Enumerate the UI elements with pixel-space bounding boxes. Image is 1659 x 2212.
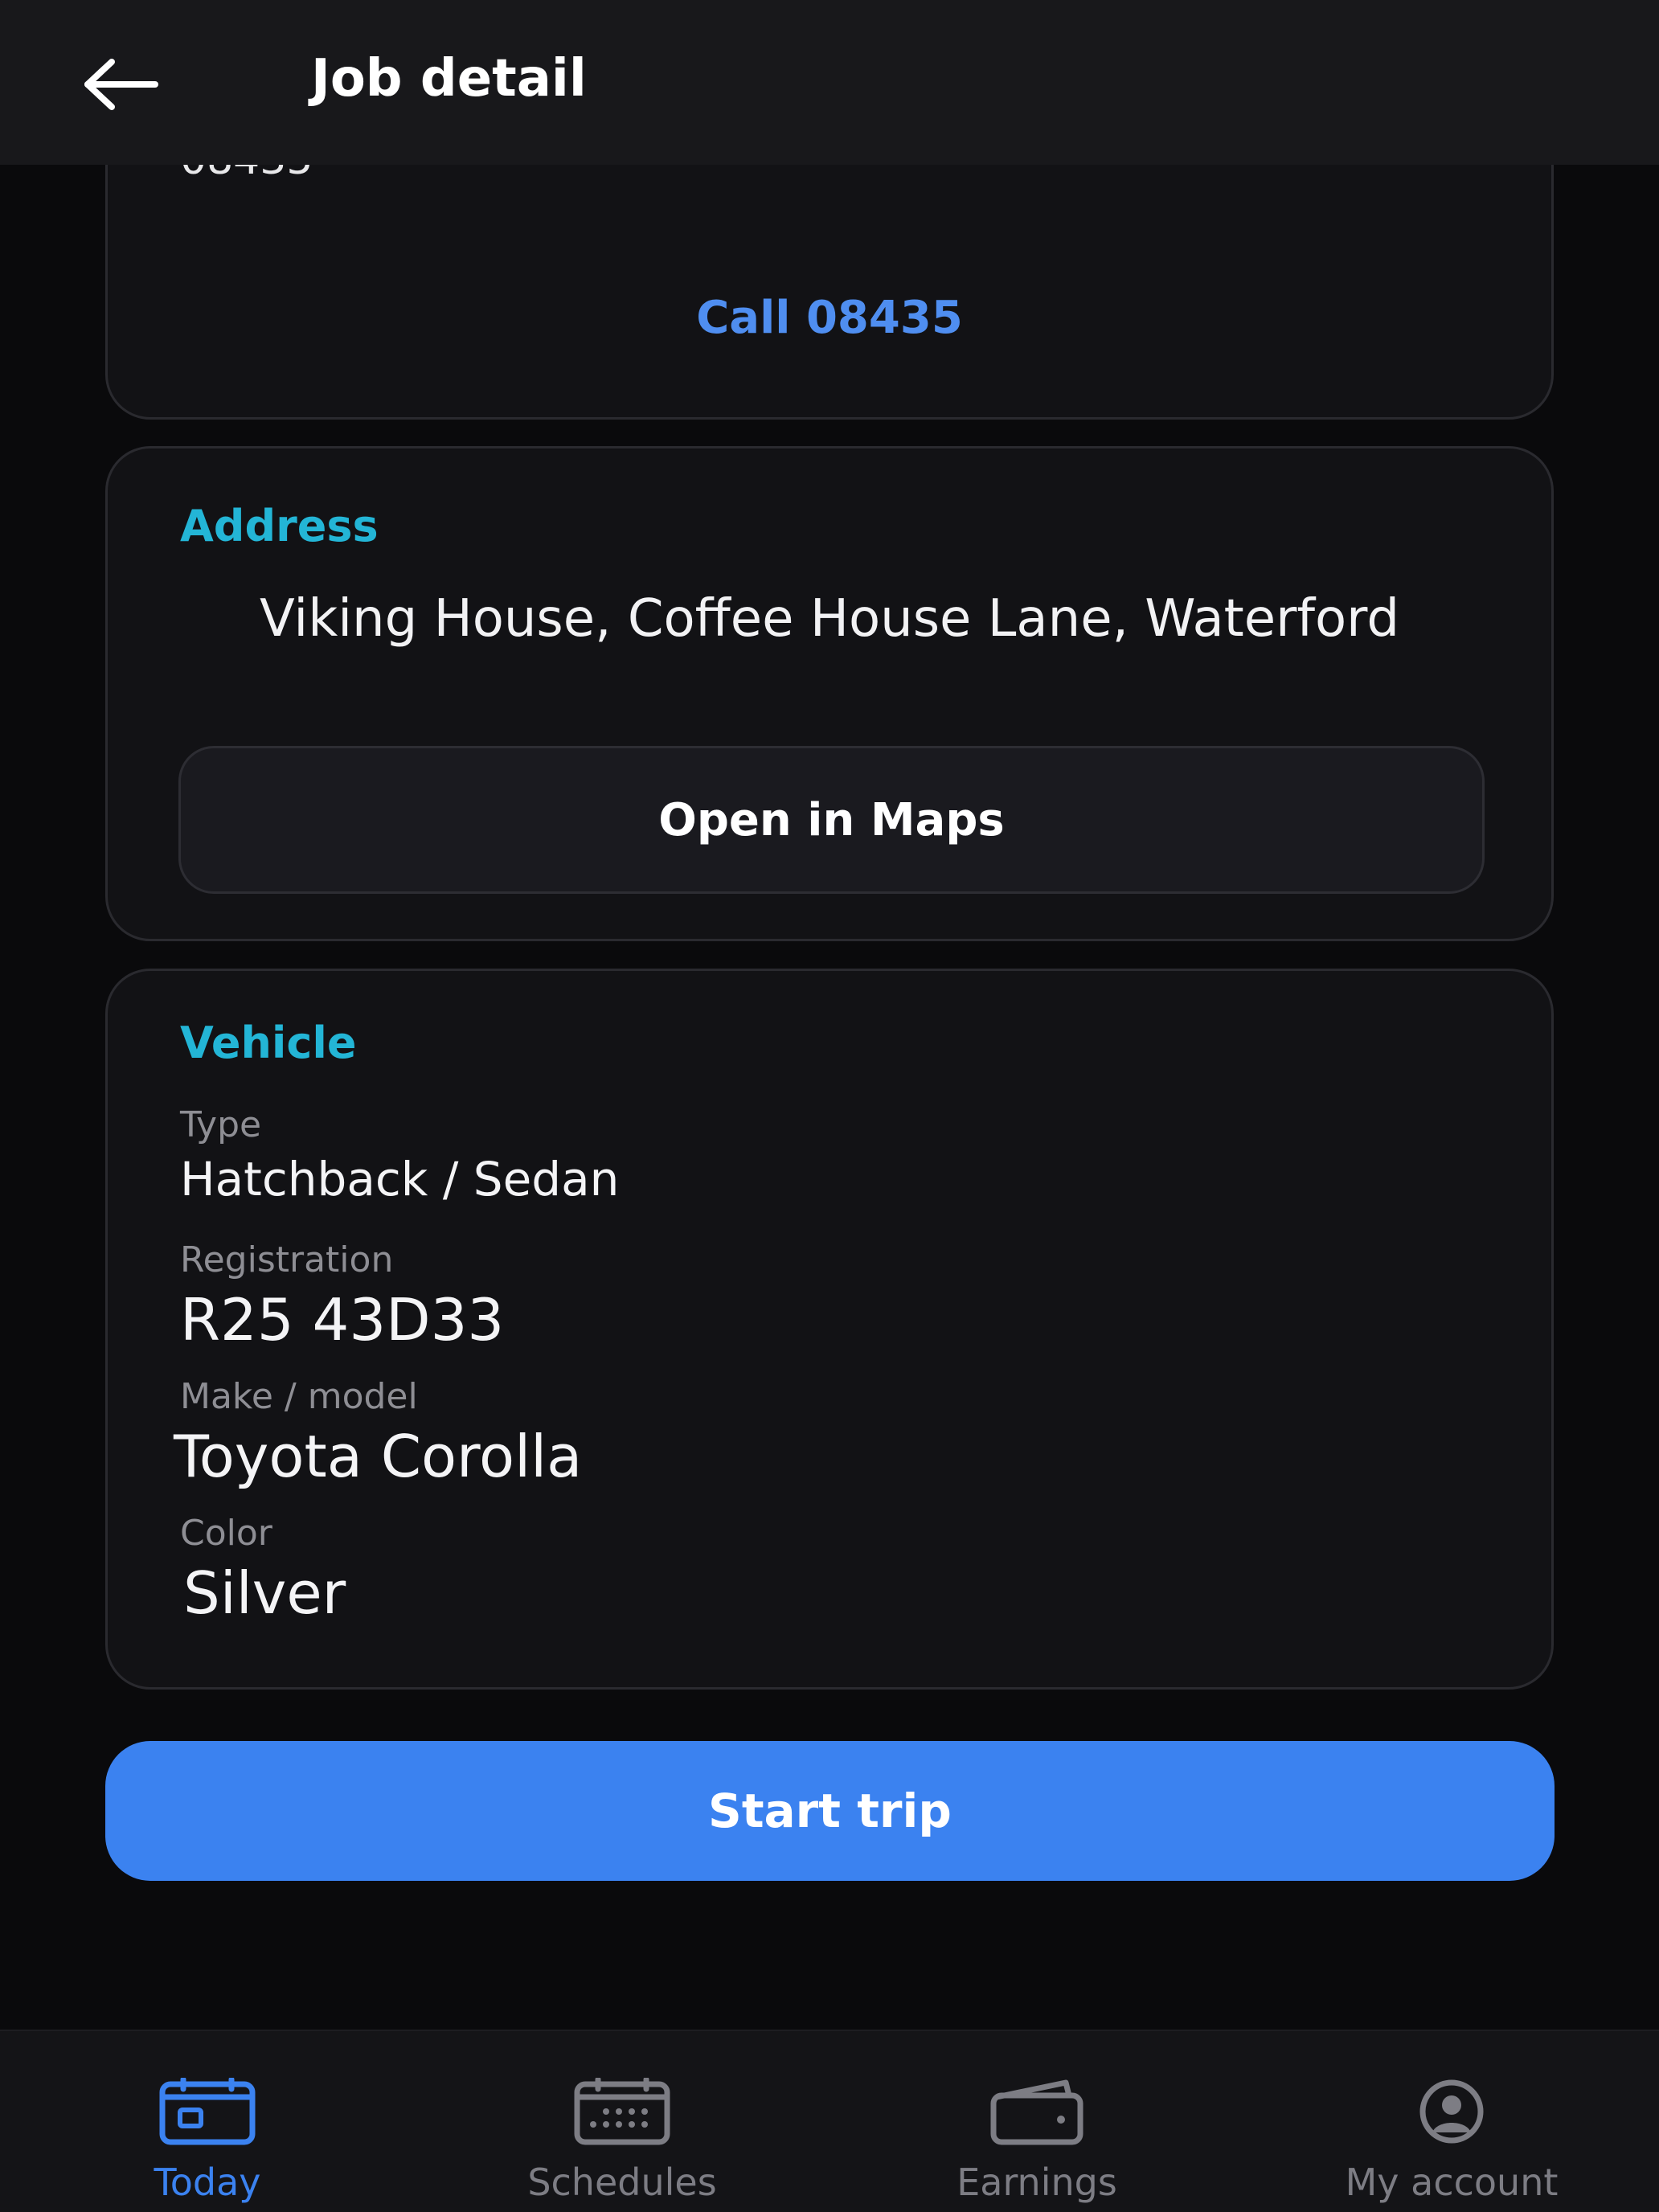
make-model-label: Make / model bbox=[180, 1376, 418, 1417]
wallet-icon bbox=[985, 2075, 1089, 2148]
arrow-left-icon bbox=[84, 59, 158, 110]
color-value: Silver bbox=[183, 1559, 346, 1627]
top-app-bar: Job detail bbox=[0, 0, 1659, 165]
nav-label-today: Today bbox=[154, 2161, 261, 2204]
start-trip-button[interactable]: Start trip bbox=[105, 1741, 1555, 1881]
nav-schedules[interactable]: Schedules bbox=[415, 2031, 830, 2212]
vehicle-type-value: Hatchback / Sedan bbox=[180, 1152, 620, 1206]
calendar-grid-icon bbox=[570, 2075, 674, 2148]
color-label: Color bbox=[180, 1513, 272, 1554]
nav-label-earnings: Earnings bbox=[956, 2161, 1117, 2204]
call-button[interactable]: Call 08435 bbox=[108, 296, 1551, 341]
vehicle-section-title: Vehicle bbox=[180, 1018, 357, 1068]
nav-label-schedules: Schedules bbox=[527, 2161, 717, 2204]
registration-label: Registration bbox=[180, 1239, 394, 1280]
nav-my-account[interactable]: My account bbox=[1244, 2031, 1659, 2212]
nav-today[interactable]: Today bbox=[0, 2031, 415, 2212]
bottom-navigation: Today Schedules Earnings My account bbox=[0, 2030, 1659, 2212]
nav-label-my-account: My account bbox=[1345, 2161, 1559, 2204]
open-in-maps-button[interactable]: Open in Maps bbox=[178, 746, 1485, 894]
vehicle-card: Vehicle Type Hatchback / Sedan Registrat… bbox=[105, 969, 1554, 1690]
address-section-title: Address bbox=[180, 501, 379, 551]
vehicle-type-label: Type bbox=[180, 1104, 262, 1145]
back-button[interactable] bbox=[72, 44, 169, 125]
page-title: Job detail bbox=[311, 49, 587, 109]
make-model-value: Toyota Corolla bbox=[174, 1423, 583, 1490]
scroll-content[interactable]: 08435 Call 08435 Address Viking House, C… bbox=[0, 0, 1659, 2030]
nav-earnings[interactable]: Earnings bbox=[830, 2031, 1244, 2212]
registration-value: R25 43D33 bbox=[180, 1286, 505, 1354]
job-detail-screen: 08435 Call 08435 Address Viking House, C… bbox=[0, 0, 1659, 2212]
calendar-today-icon bbox=[155, 2075, 260, 2148]
account-circle-icon bbox=[1399, 2075, 1504, 2148]
address-text: Viking House, Coffee House Lane, Waterfo… bbox=[260, 589, 1399, 649]
address-card: Address Viking House, Coffee House Lane,… bbox=[105, 446, 1554, 941]
